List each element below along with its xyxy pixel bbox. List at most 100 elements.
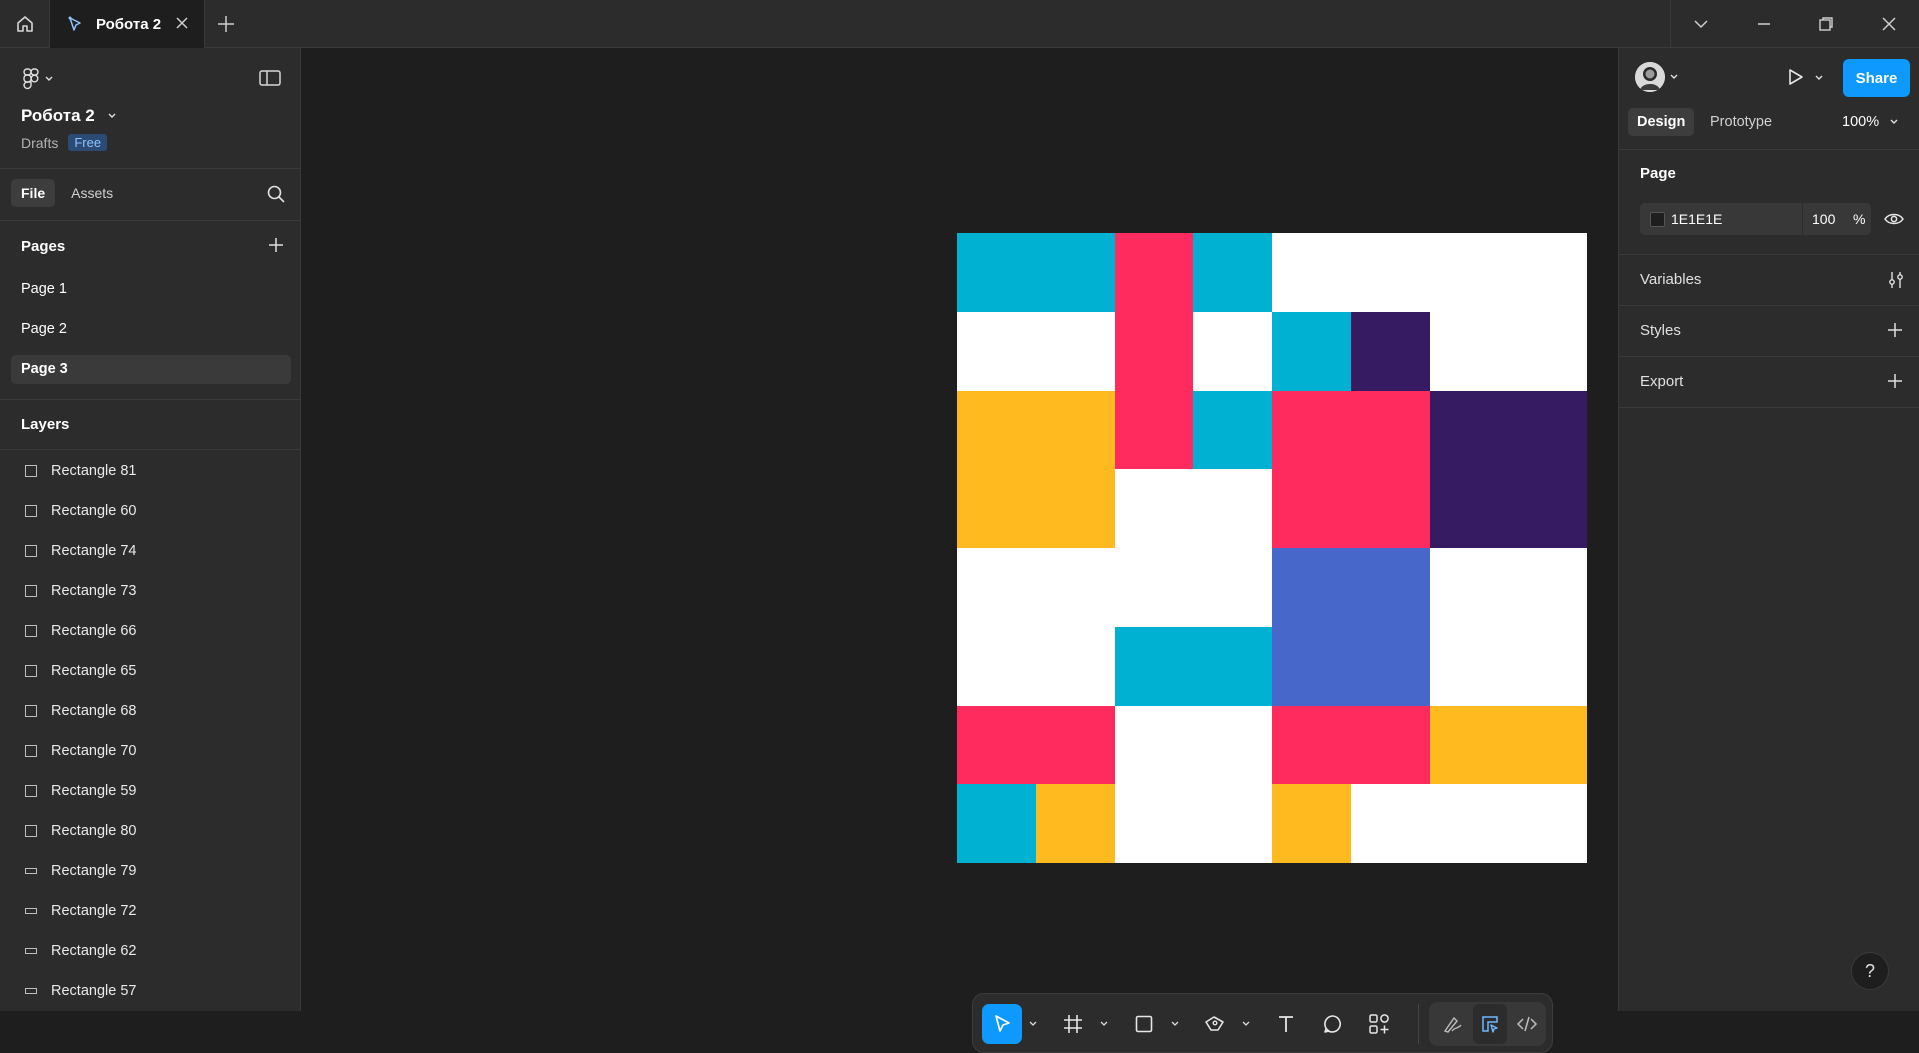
- draw-icon: [1443, 1016, 1462, 1033]
- layer-name: Rectangle 66: [51, 623, 137, 639]
- chevron-down-icon[interactable]: [1028, 1020, 1038, 1028]
- layer-row[interactable]: Rectangle 72: [0, 891, 300, 931]
- page-item-2[interactable]: Page 2: [11, 315, 291, 344]
- layer-row[interactable]: Rectangle 57: [0, 971, 300, 1011]
- design-icon: [1482, 1016, 1498, 1033]
- eye-icon[interactable]: [1883, 211, 1905, 227]
- chevron-down-icon[interactable]: [1099, 1020, 1109, 1028]
- layer-row[interactable]: Rectangle 62: [0, 931, 300, 971]
- layer-row[interactable]: Rectangle 68: [0, 691, 300, 731]
- rectangle-tile[interactable]: [957, 705, 1115, 785]
- rectangle-tile[interactable]: [1272, 390, 1430, 548]
- comment-tool-button[interactable]: [1313, 1004, 1353, 1044]
- tab-file[interactable]: File: [11, 179, 56, 207]
- layer-row[interactable]: Rectangle 79: [0, 851, 300, 891]
- canvas[interactable]: [302, 48, 1618, 1053]
- layer-row[interactable]: Rectangle 65: [0, 651, 300, 691]
- rectangle-tile[interactable]: [1429, 705, 1587, 785]
- layer-row[interactable]: Rectangle 73: [0, 571, 300, 611]
- rectangle-tile[interactable]: [1350, 311, 1430, 391]
- home-button[interactable]: [0, 0, 50, 48]
- rectangle-tile[interactable]: [1193, 390, 1272, 470]
- tab-design[interactable]: Design: [1628, 108, 1695, 136]
- layer-name: Rectangle 81: [51, 463, 137, 479]
- close-tab-icon[interactable]: [174, 15, 190, 31]
- rectangle-icon: [25, 785, 37, 797]
- rectangle-tile[interactable]: [1272, 311, 1351, 391]
- layer-row[interactable]: Rectangle 66: [0, 611, 300, 651]
- dev-mode-button[interactable]: [1510, 1004, 1544, 1044]
- pen-icon: [1205, 1016, 1224, 1031]
- page-item-1[interactable]: Page 1: [11, 275, 291, 304]
- fill-opacity-input[interactable]: 100: [1812, 211, 1835, 227]
- draw-mode-button[interactable]: [1436, 1004, 1470, 1044]
- rectangle-tile[interactable]: [1429, 390, 1587, 548]
- layer-row[interactable]: Rectangle 59: [0, 771, 300, 811]
- actions-tool-button[interactable]: [1359, 1004, 1399, 1044]
- artboard[interactable]: [957, 233, 1587, 863]
- zoom-value: 100%: [1842, 114, 1880, 130]
- rectangle-tile[interactable]: [1035, 784, 1115, 863]
- frame-tool-button[interactable]: [1053, 1004, 1093, 1044]
- drafts-label[interactable]: Drafts: [21, 135, 58, 151]
- close-window-icon[interactable]: [1879, 14, 1899, 34]
- rectangle-tile[interactable]: [1114, 626, 1272, 706]
- rectangle-tile[interactable]: [957, 784, 1036, 863]
- left-tabs: File Assets: [11, 179, 121, 207]
- chevron-down-icon[interactable]: [1814, 73, 1824, 83]
- shape-tool-button[interactable]: [1124, 1004, 1164, 1044]
- fill-hex-input[interactable]: 1E1E1E: [1671, 211, 1722, 227]
- text-tool-button[interactable]: [1266, 1004, 1306, 1044]
- zoom-control[interactable]: 100%: [1842, 114, 1899, 130]
- layer-name: Rectangle 62: [51, 943, 137, 959]
- tab-assets[interactable]: Assets: [63, 179, 121, 207]
- rectangle-tile[interactable]: [1114, 233, 1194, 470]
- chevron-down-icon[interactable]: [1170, 1020, 1180, 1028]
- new-tab-icon[interactable]: [215, 13, 237, 35]
- chevron-down-icon[interactable]: [1669, 72, 1679, 82]
- divider: [0, 220, 301, 221]
- add-page-icon[interactable]: [267, 236, 285, 254]
- rectangle-tile[interactable]: [1272, 548, 1430, 706]
- rectangle-tile[interactable]: [957, 390, 1115, 548]
- search-icon[interactable]: [266, 184, 286, 204]
- restore-icon[interactable]: [1816, 14, 1836, 34]
- share-button[interactable]: Share: [1843, 59, 1910, 97]
- chevron-down-icon: [1890, 119, 1898, 124]
- play-icon[interactable]: [1784, 66, 1806, 88]
- plan-badge[interactable]: Free: [68, 134, 108, 151]
- divider: [0, 399, 301, 400]
- move-tool-button[interactable]: [982, 1004, 1022, 1044]
- main-menu-button[interactable]: [22, 68, 54, 90]
- rectangle-tile[interactable]: [1193, 233, 1272, 312]
- chevron-down-icon[interactable]: [1691, 14, 1711, 34]
- sidebar-toggle-icon[interactable]: [258, 68, 282, 88]
- rectangle-tile[interactable]: [957, 233, 1115, 312]
- minimize-icon[interactable]: [1754, 14, 1774, 34]
- layer-row[interactable]: Rectangle 74: [0, 531, 300, 571]
- layer-name: Rectangle 68: [51, 703, 137, 719]
- percent-label: %: [1853, 211, 1866, 227]
- pen-tool-button[interactable]: [1195, 1004, 1235, 1044]
- page-item-3[interactable]: Page 3: [11, 355, 291, 384]
- layer-row[interactable]: Rectangle 81: [0, 451, 300, 491]
- rectangle-tile[interactable]: [1272, 705, 1430, 785]
- layer-row[interactable]: Rectangle 80: [0, 811, 300, 851]
- layer-row[interactable]: Rectangle 70: [0, 731, 300, 771]
- text-icon: [1279, 1016, 1293, 1032]
- rectangle-tile[interactable]: [1272, 784, 1351, 863]
- tab-prototype[interactable]: Prototype: [1710, 114, 1772, 130]
- page-fill-row: 1E1E1E 100 %: [1640, 203, 1871, 235]
- file-tab[interactable]: Робота 2: [50, 0, 205, 48]
- file-name-button[interactable]: Робота 2: [21, 106, 117, 126]
- avatar[interactable]: [1635, 62, 1665, 92]
- variables-settings-icon[interactable]: [1886, 270, 1906, 290]
- layer-name: Rectangle 70: [51, 743, 137, 759]
- chevron-down-icon[interactable]: [1241, 1020, 1251, 1028]
- fill-color-swatch[interactable]: [1650, 212, 1665, 227]
- design-mode-button[interactable]: [1473, 1004, 1507, 1044]
- layer-row[interactable]: Rectangle 60: [0, 491, 300, 531]
- add-style-icon[interactable]: [1886, 321, 1904, 339]
- help-button[interactable]: ?: [1851, 952, 1889, 990]
- add-export-icon[interactable]: [1886, 372, 1904, 390]
